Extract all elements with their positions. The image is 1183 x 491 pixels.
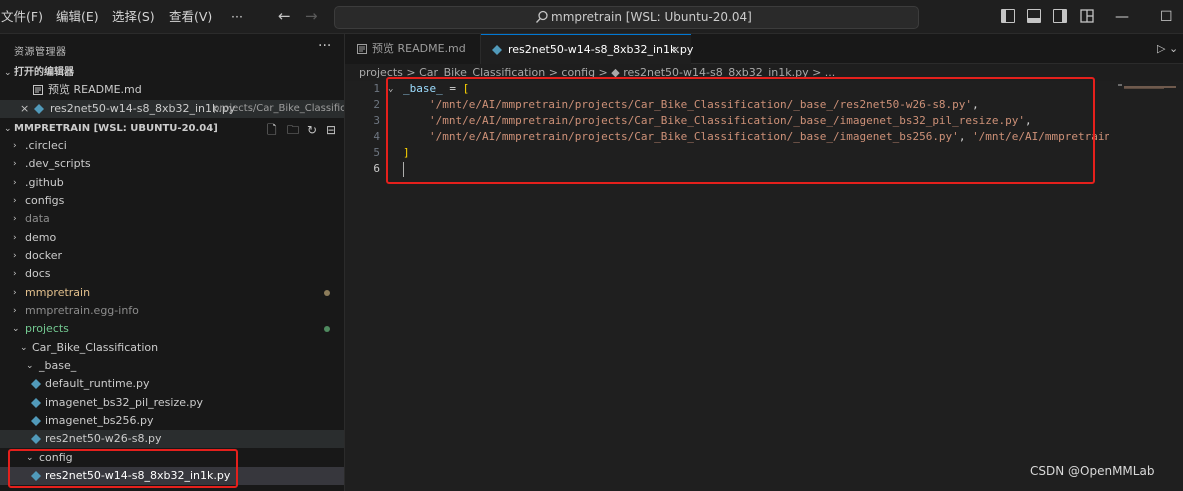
toggle-primary-sidebar-icon[interactable] [1001, 9, 1015, 23]
tree-folder[interactable]: › mmpretrain [0, 284, 344, 302]
minimize-button[interactable]: — [1115, 0, 1129, 34]
close-icon[interactable]: × [20, 100, 29, 118]
tab-res2net50-config[interactable]: res2net50-w14-s8_8xb32_in1k.py × [481, 34, 693, 65]
tab-readme-preview[interactable]: 预览 README.md [345, 34, 481, 64]
tree-folder[interactable]: ⌄ projects [0, 320, 344, 338]
tree-folder[interactable]: › .circleci [0, 137, 344, 155]
tree-file[interactable]: default_runtime.py [0, 375, 344, 393]
tree-folder[interactable]: ⌄ _base_ [0, 357, 344, 375]
workspace-header[interactable]: ⌄ MMPRETRAIN [WSL: UBUNTU-20.04] 🗋 🗀 ↻ ⊟ [0, 120, 344, 138]
line-number: 3 [373, 114, 380, 127]
chevron-down-icon: ⌄ [4, 68, 12, 78]
line-number: 5 [373, 146, 380, 159]
tree-folder[interactable]: › demo [0, 229, 344, 247]
breadcrumb[interactable]: projects > Car_Bike_Classification > con… [359, 65, 835, 81]
menu-view[interactable]: 查看(V) [169, 0, 212, 34]
menu-more[interactable]: ··· [231, 0, 243, 34]
code-editor[interactable]: 1 2 3 4 5 6 ⌄ _base_ = [ '/mnt/e/AI/mmpr… [345, 81, 1183, 491]
explorer-more-icon[interactable]: ··· [318, 38, 331, 54]
customize-layout-icon[interactable] [1080, 9, 1094, 23]
explorer-sidebar: 资源管理器 ··· ⌄ 打开的编辑器 预览 README.md × res2ne… [0, 34, 345, 491]
line-number: 2 [373, 98, 380, 111]
maximize-button[interactable]: ☐ [1160, 0, 1173, 34]
toggle-secondary-sidebar-icon[interactable] [1053, 9, 1067, 23]
tree-folder[interactable]: › mmpretrain.egg-info [0, 302, 344, 320]
open-editor-path: projects/Car_Bike_Classificati... [213, 103, 344, 114]
tree-file[interactable]: res2net50-w14-s8_8xb32_in1k.py [0, 467, 344, 485]
tree-file[interactable]: imagenet_bs256.py [0, 412, 344, 430]
tree-folder[interactable]: › docker [0, 247, 344, 265]
tree-folder[interactable]: ⌄ config [0, 449, 344, 467]
open-editor-item[interactable]: × res2net50-w14-s8_8xb32_in1k.py project… [0, 100, 344, 118]
search-icon [536, 10, 548, 23]
chevron-down-icon: ⌄ [4, 124, 12, 134]
python-file-icon [31, 398, 41, 408]
open-editor-item[interactable]: 预览 README.md [0, 81, 344, 99]
tree-folder[interactable]: › .dev_scripts [0, 155, 344, 173]
menu-file[interactable]: 文件(F) [1, 0, 43, 34]
tree-file[interactable]: res2net50-w26-s8.py [0, 430, 344, 448]
tree-folder[interactable]: › docs [0, 265, 344, 283]
python-file-icon [31, 416, 41, 426]
command-center-label: mmpretrain [WSL: Ubuntu-20.04] [551, 10, 752, 24]
code-line: _base_ = [ [403, 82, 470, 95]
text-cursor [403, 162, 404, 177]
python-file-icon [31, 379, 41, 389]
code-line: '/mnt/e/AI/mmpretrain/projects/Car_Bike_… [429, 98, 979, 111]
back-arrow-icon[interactable]: ← [278, 8, 291, 24]
menu-edit[interactable]: 编辑(E) [56, 0, 99, 34]
python-file-icon [31, 471, 41, 481]
run-python-file-icon[interactable]: ▷ ⌄ [1157, 34, 1178, 64]
open-editors-header[interactable]: ⌄ 打开的编辑器 [0, 64, 344, 82]
minimap[interactable] [1118, 83, 1178, 91]
title-bar: 文件(F) 编辑(E) 选择(S) 查看(V) ··· ← → mmpretra… [0, 0, 1183, 34]
modified-dot [324, 290, 330, 296]
menu-selection[interactable]: 选择(S) [112, 0, 155, 34]
tree-folder[interactable]: ⌄ Car_Bike_Classification [0, 339, 344, 357]
tree-folder[interactable]: › .github [0, 174, 344, 192]
refresh-icon[interactable]: ↻ [307, 121, 317, 138]
editor-tab-bar: 预览 README.md res2net50-w14-s8_8xb32_in1k… [345, 34, 1183, 64]
line-number: 1 [373, 82, 380, 95]
forward-arrow-icon[interactable]: → [305, 8, 318, 24]
explorer-title: 资源管理器 [14, 47, 67, 58]
tree-file[interactable]: imagenet_bs32_pil_resize.py [0, 394, 344, 412]
collapse-all-icon[interactable]: ⊟ [326, 121, 336, 138]
code-line: ] [403, 146, 410, 159]
python-file-icon [31, 434, 41, 444]
close-icon[interactable]: × [671, 35, 680, 65]
tree-folder[interactable]: › configs [0, 192, 344, 210]
tree-folder[interactable]: › data [0, 210, 344, 228]
watermark: CSDN @OpenMMLab [1030, 464, 1155, 478]
code-line: '/mnt/e/AI/mmpretrain/projects/Car_Bike_… [429, 130, 1109, 143]
preview-icon [357, 44, 367, 54]
line-number: 4 [373, 130, 380, 143]
new-file-icon[interactable]: 🗋 [267, 121, 277, 138]
preview-icon [33, 85, 43, 95]
command-center[interactable]: mmpretrain [WSL: Ubuntu-20.04] [334, 6, 919, 29]
python-file-icon [492, 45, 502, 55]
toggle-panel-icon[interactable] [1027, 9, 1041, 23]
new-folder-icon[interactable]: 🗀 [287, 121, 299, 138]
modified-dot [324, 326, 330, 332]
code-line: '/mnt/e/AI/mmpretrain/projects/Car_Bike_… [429, 114, 1032, 127]
line-number: 6 [373, 162, 380, 175]
fold-chevron-icon[interactable]: ⌄ [388, 81, 393, 97]
python-file-icon [34, 104, 44, 114]
